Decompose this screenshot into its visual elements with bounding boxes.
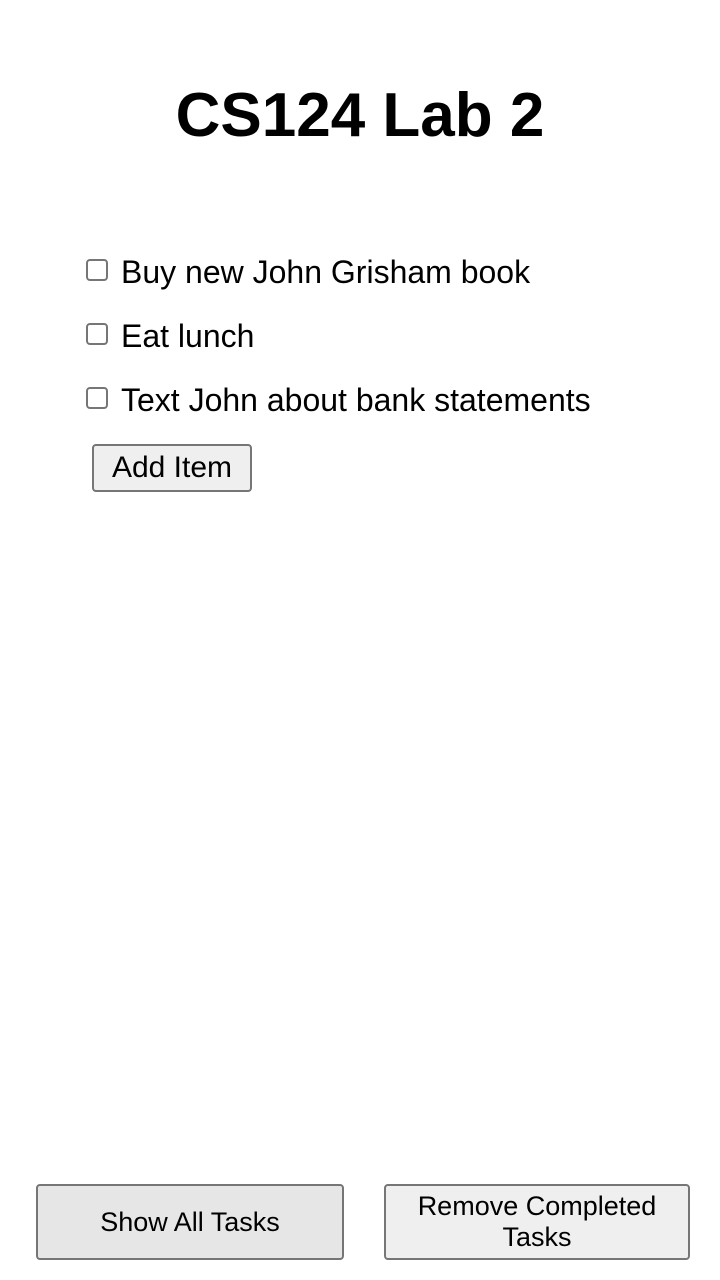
- app-page: CS124 Lab 2 Buy new John Grisham book Ea…: [0, 0, 720, 1280]
- add-item-button[interactable]: Add Item: [92, 444, 252, 492]
- task-label: Text John about bank statements: [121, 382, 591, 418]
- task-checkbox[interactable]: [86, 323, 108, 345]
- task-item: Text John about bank statements: [86, 368, 591, 432]
- show-all-tasks-button[interactable]: Show All Tasks: [36, 1184, 344, 1260]
- task-item: Eat lunch: [86, 304, 591, 368]
- task-checkbox[interactable]: [86, 387, 108, 409]
- task-item: Buy new John Grisham book: [86, 240, 591, 304]
- task-list: Buy new John Grisham book Eat lunch Text…: [86, 240, 591, 432]
- task-checkbox[interactable]: [86, 259, 108, 281]
- task-label: Eat lunch: [121, 318, 255, 354]
- page-title: CS124 Lab 2: [175, 81, 545, 150]
- remove-completed-tasks-button[interactable]: Remove Completed Tasks: [384, 1184, 690, 1260]
- task-label: Buy new John Grisham book: [121, 254, 531, 290]
